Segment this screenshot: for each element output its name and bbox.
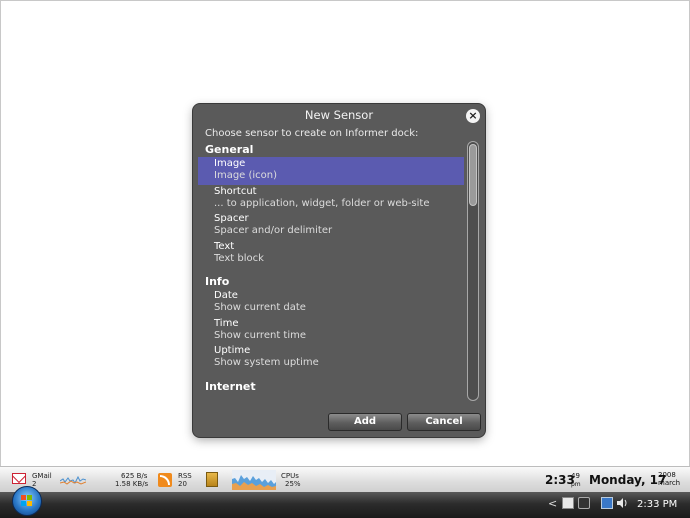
item-subtitle: Spacer and/or delimiter — [214, 225, 333, 236]
add-button[interactable]: Add — [328, 413, 402, 431]
taskbar-clock[interactable]: 2:33 PM — [637, 499, 677, 510]
dock-ampm: pm — [571, 481, 581, 488]
dock-year: 2008 — [658, 471, 676, 479]
sensor-item-image[interactable]: Image Image (icon) — [198, 157, 464, 185]
item-title: Text — [214, 240, 235, 252]
cancel-button[interactable]: Cancel — [407, 413, 481, 431]
cpu-label: CPUs — [281, 472, 299, 480]
item-title: Image — [214, 158, 246, 169]
network-graph-icon — [60, 475, 86, 485]
group-info: Info — [205, 275, 230, 288]
dock-date: Monday, 17 — [589, 473, 667, 487]
dialog-title: New Sensor — [304, 108, 374, 122]
item-subtitle: Show system uptime — [214, 357, 319, 368]
tray-app-icon[interactable] — [562, 497, 574, 509]
gmail-label: GMail — [32, 472, 52, 480]
cpu-graph-icon — [232, 470, 276, 490]
gmail-icon[interactable] — [12, 473, 26, 484]
group-general: General — [205, 143, 254, 156]
rss-label: RSS — [178, 472, 192, 480]
sensor-item-shortcut[interactable]: Shortcut ... to application, widget, fol… — [198, 185, 464, 213]
windows-taskbar: < 2:33 PM — [0, 486, 690, 518]
sensor-item-time[interactable]: Time Show current time — [198, 317, 464, 345]
tray-expand-chevron-icon[interactable]: < — [548, 497, 557, 510]
item-subtitle: Show current time — [214, 329, 307, 341]
sensor-item-uptime[interactable]: Uptime Show system uptime — [198, 344, 464, 372]
start-button[interactable] — [12, 486, 42, 516]
net-down-rate: 625 B/s — [121, 472, 148, 480]
sensor-item-text[interactable]: Text Text block — [198, 240, 464, 268]
net-up-rate: 1.58 KB/s — [115, 480, 149, 488]
scrollbar-thumb[interactable] — [469, 144, 477, 206]
shortcut-folder-icon[interactable] — [206, 472, 218, 487]
item-subtitle: Show current date — [214, 302, 306, 313]
sensor-list[interactable]: General Image Image (icon) Shortcut ... … — [198, 142, 464, 400]
item-subtitle: Image (icon) — [214, 170, 278, 181]
windows-logo-icon — [21, 495, 33, 507]
item-title: Shortcut — [214, 185, 257, 197]
list-scrollbar[interactable] — [467, 141, 479, 401]
new-sensor-dialog: New Sensor × Choose sensor to create on … — [193, 104, 485, 437]
item-title: Uptime — [214, 345, 251, 356]
volume-icon[interactable] — [616, 497, 628, 509]
dock-month: march — [658, 479, 681, 487]
informer-dock: GMail 2 625 B/s 1.58 KB/s RSS 20 CPUs 25… — [0, 466, 690, 494]
rss-icon[interactable] — [158, 473, 172, 487]
cpu-value: 25% — [285, 480, 301, 488]
dock-seconds: 49 — [571, 472, 580, 480]
item-subtitle: ... to application, widget, folder or we… — [214, 197, 430, 209]
close-icon[interactable]: × — [466, 109, 480, 123]
network-icon[interactable] — [601, 497, 613, 509]
sensor-item-date[interactable]: Date Show current date — [198, 289, 464, 317]
item-title: Spacer — [214, 213, 249, 224]
item-title: Time — [214, 317, 239, 329]
item-title: Date — [214, 290, 238, 301]
dialog-prompt: Choose sensor to create on Informer dock… — [205, 128, 419, 139]
item-subtitle: Text block — [214, 252, 264, 264]
sensor-item-spacer[interactable]: Spacer Spacer and/or delimiter — [198, 212, 464, 240]
rss-count: 20 — [178, 480, 187, 488]
group-internet: Internet — [205, 379, 256, 393]
tray-informer-icon[interactable] — [578, 497, 590, 509]
